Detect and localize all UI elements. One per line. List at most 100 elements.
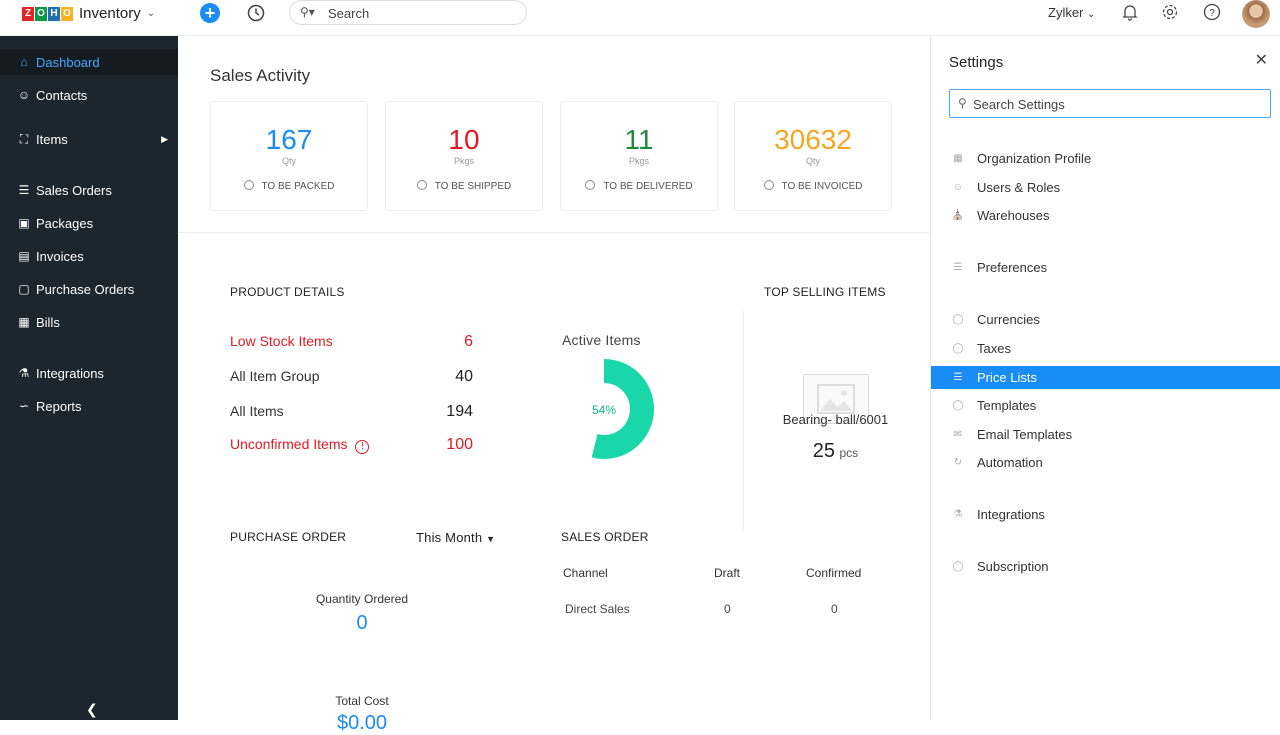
product-row-all-items[interactable]: All Items 194 xyxy=(230,403,473,421)
settings-search-input[interactable]: ⚲ Search Settings xyxy=(949,89,1271,118)
currency-icon: ◯ xyxy=(952,314,964,325)
sidebar-item-reports[interactable]: ∽ Reports xyxy=(0,393,178,419)
settings-search-placeholder: Search Settings xyxy=(973,97,1065,112)
sales-card-invoiced[interactable]: 30632 Qty TO BE INVOICED xyxy=(734,101,892,211)
total-cost-value[interactable]: $0.00 xyxy=(282,712,442,735)
sales-order-title: SALES ORDER xyxy=(561,530,649,544)
product-row-value: 40 xyxy=(455,368,473,385)
table-cell-draft[interactable]: 0 xyxy=(724,602,731,616)
sales-activity-title: Sales Activity xyxy=(210,66,311,85)
card-label: TO BE SHIPPED xyxy=(434,181,512,192)
sidebar-item-integrations[interactable]: ⚗ Integrations xyxy=(0,360,178,386)
sidebar-item-dashboard[interactable]: ⌂ Dashboard xyxy=(0,49,178,75)
settings-item-automation[interactable]: ↻ Automation xyxy=(931,451,1280,474)
top-item-name[interactable]: Bearing- ball/6001 xyxy=(753,412,918,427)
sidebar-item-contacts[interactable]: ☺ Contacts xyxy=(0,82,178,108)
card-label: TO BE PACKED xyxy=(261,181,335,192)
table-header-draft: Draft xyxy=(714,566,741,580)
settings-item-label: Email Templates xyxy=(977,427,1073,442)
settings-item-warehouses[interactable]: ⛪ Warehouses xyxy=(931,204,1280,227)
sidebar-item-invoices[interactable]: ▤ Invoices xyxy=(0,243,178,269)
product-details-title: PRODUCT DETAILS xyxy=(230,285,345,299)
search-input[interactable]: Search xyxy=(328,6,369,21)
purchase-order-title: PURCHASE ORDER xyxy=(230,530,347,544)
home-icon: ⌂ xyxy=(20,55,28,69)
card-value: 167 xyxy=(265,124,313,155)
sales-card-shipped[interactable]: 10 Pkgs TO BE SHIPPED xyxy=(385,101,543,211)
bell-icon[interactable] xyxy=(1120,3,1140,23)
settings-item-users-roles[interactable]: ☺ Users & Roles xyxy=(931,176,1280,199)
card-unit: Qty xyxy=(805,156,820,166)
settings-item-label: Integrations xyxy=(977,507,1045,522)
gear-icon[interactable] xyxy=(1160,3,1180,23)
settings-item-integrations[interactable]: ⚗ Integrations xyxy=(931,503,1280,526)
org-switcher[interactable]: Zylker ⌄ xyxy=(1048,5,1095,20)
package-icon: ▣ xyxy=(18,216,30,230)
quantity-ordered-label: Quantity Ordered xyxy=(315,592,409,606)
logo-letter: O xyxy=(61,6,73,21)
sidebar-item-sales-orders[interactable]: ☰ Sales Orders xyxy=(0,177,178,203)
settings-item-price-lists[interactable]: ☰ Price Lists xyxy=(931,366,1280,389)
settings-item-label: Users & Roles xyxy=(977,180,1061,195)
mail-icon: ✉ xyxy=(953,429,963,440)
settings-item-taxes[interactable]: ◯ Taxes xyxy=(931,337,1280,360)
sidebar-item-label: Items xyxy=(36,131,68,147)
settings-item-label: Warehouses xyxy=(977,208,1050,223)
settings-item-templates[interactable]: ◯ Templates xyxy=(931,394,1280,417)
chart-icon: ∽ xyxy=(18,399,30,413)
sidebar-item-label: Contacts xyxy=(36,87,88,103)
settings-item-label: Organization Profile xyxy=(977,151,1092,166)
org-name: Zylker xyxy=(1048,5,1084,20)
dollar-icon xyxy=(763,180,774,190)
settings-panel: Settings ✕ ⚲ Search Settings ▦ Organizati… xyxy=(930,36,1280,720)
plug-icon: ⚗ xyxy=(953,509,963,520)
sidebar-item-label: Sales Orders xyxy=(36,182,112,198)
sidebar-item-packages[interactable]: ▣ Packages xyxy=(0,210,178,236)
sales-card-packed[interactable]: 167 Qty TO BE PACKED xyxy=(210,101,368,211)
section-vertical-divider xyxy=(743,311,744,531)
settings-title: Settings xyxy=(949,54,1004,71)
top-item-qty-unit: pcs xyxy=(839,446,859,460)
period-label: This Month xyxy=(416,530,483,545)
user-icon: ☺ xyxy=(17,88,31,102)
settings-item-preferences[interactable]: ☰ Preferences xyxy=(931,256,1280,279)
settings-item-organization-profile[interactable]: ▦ Organization Profile xyxy=(931,147,1280,170)
settings-item-label: Taxes xyxy=(977,341,1011,356)
help-icon[interactable]: ? xyxy=(1202,3,1222,23)
global-search[interactable]: ⚲▾ Search xyxy=(289,0,527,25)
sidebar-item-items[interactable]: ⛶ Items ▶ xyxy=(0,126,178,152)
section-divider xyxy=(178,232,930,233)
app-logo[interactable]: Z O H O Inventory ⌄ xyxy=(22,5,155,22)
collapse-sidebar-icon[interactable]: ❮ xyxy=(86,701,98,718)
avatar[interactable] xyxy=(1242,0,1270,28)
sales-card-delivered[interactable]: 11 Pkgs TO BE DELIVERED xyxy=(560,101,718,211)
product-row-item-group[interactable]: All Item Group 40 xyxy=(230,368,473,386)
sidebar: ⌂ Dashboard ☺ Contacts ⛶ Items ▶ ☰ Sales Ord… xyxy=(0,36,178,720)
total-cost-label: Total Cost xyxy=(335,694,389,708)
sidebar-item-purchase-orders[interactable]: ▢ Purchase Orders xyxy=(0,276,178,302)
active-items-title: Active Items xyxy=(562,332,641,348)
chevron-down-icon[interactable]: ⌄ xyxy=(147,8,155,19)
sidebar-item-bills[interactable]: ▦ Bills xyxy=(0,309,178,335)
product-row-unconfirmed[interactable]: Unconfirmed Items! 100 xyxy=(230,436,473,454)
table-cell-confirmed[interactable]: 0 xyxy=(831,602,838,616)
history-icon[interactable] xyxy=(246,3,266,23)
svg-text:?: ? xyxy=(1209,8,1215,19)
truck-icon xyxy=(416,180,427,190)
settings-item-label: Automation xyxy=(977,455,1043,470)
settings-item-email-templates[interactable]: ✉ Email Templates xyxy=(931,423,1280,446)
settings-item-subscription[interactable]: ◯ Subscription xyxy=(931,555,1280,578)
basket-icon: ⛶ xyxy=(19,131,29,146)
chevron-down-icon: ⌄ xyxy=(1087,9,1096,20)
search-icon: ⚲▾ xyxy=(300,5,315,19)
settings-item-currencies[interactable]: ◯ Currencies xyxy=(931,308,1280,331)
product-row-low-stock[interactable]: Low Stock Items 6 xyxy=(230,333,473,351)
plug-icon: ⚗ xyxy=(18,366,30,380)
close-icon[interactable]: ✕ xyxy=(1255,50,1268,70)
period-dropdown[interactable]: This Month ▼ xyxy=(416,530,495,545)
card-value: 30632 xyxy=(774,124,852,155)
app-name: Inventory xyxy=(79,5,141,22)
quantity-ordered-value[interactable]: 0 xyxy=(282,612,442,635)
quick-create-button[interactable]: + xyxy=(200,3,220,23)
settings-item-label: Price Lists xyxy=(977,370,1037,385)
